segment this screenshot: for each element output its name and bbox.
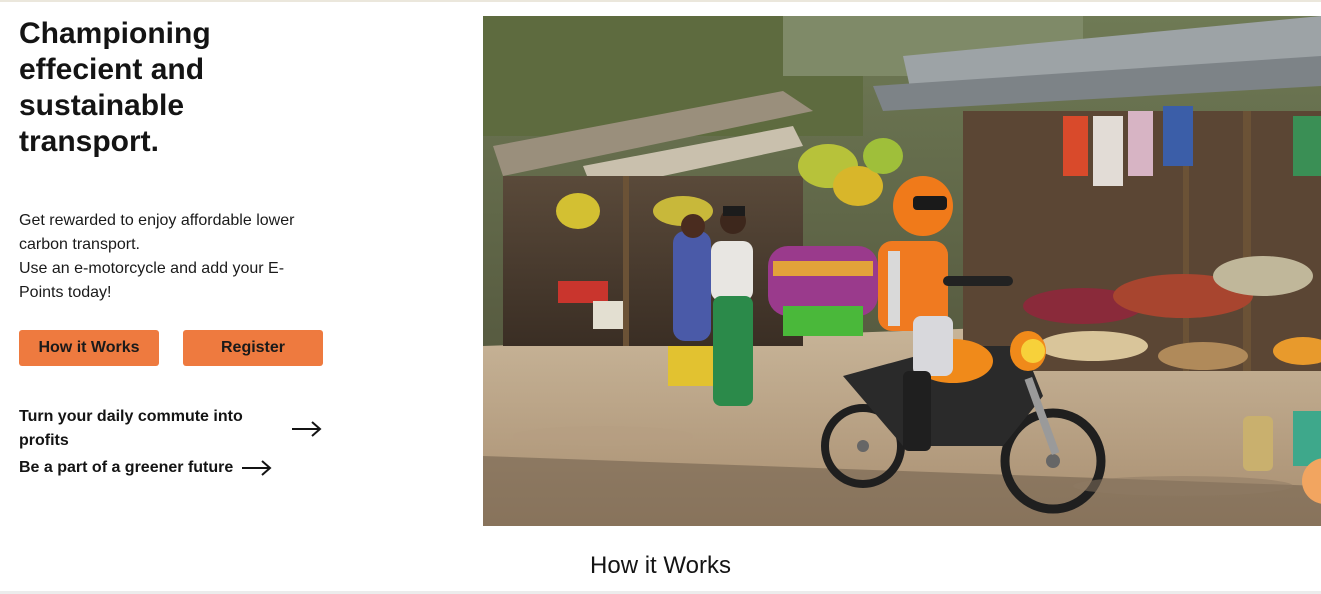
greener-future-link-text: Be a part of a greener future — [19, 459, 234, 476]
hero-image — [483, 16, 1321, 526]
how-it-works-button[interactable]: How it Works — [19, 330, 159, 366]
commute-profits-link[interactable]: Turn your daily commute into profits — [19, 405, 329, 453]
market-motorcycle-photo — [483, 16, 1321, 526]
commute-profits-link-text: Turn your daily commute into profits — [19, 408, 243, 449]
hero-description: Get rewarded to enjoy affordable lower c… — [19, 209, 309, 305]
greener-future-link[interactable]: Be a part of a greener future — [19, 456, 273, 480]
section-title-how-it-works: How it Works — [590, 552, 731, 579]
register-button[interactable]: Register — [183, 330, 323, 366]
top-border — [0, 0, 1321, 2]
hero-description-line-2: Use an e-motorcycle and add your E-Point… — [19, 260, 285, 301]
arrow-right-icon — [292, 421, 322, 437]
arrow-right-icon — [242, 460, 272, 476]
hero-title: Championing effecient and sustainable tr… — [19, 17, 211, 158]
hero-description-line-1: Get rewarded to enjoy affordable lower c… — [19, 212, 295, 253]
